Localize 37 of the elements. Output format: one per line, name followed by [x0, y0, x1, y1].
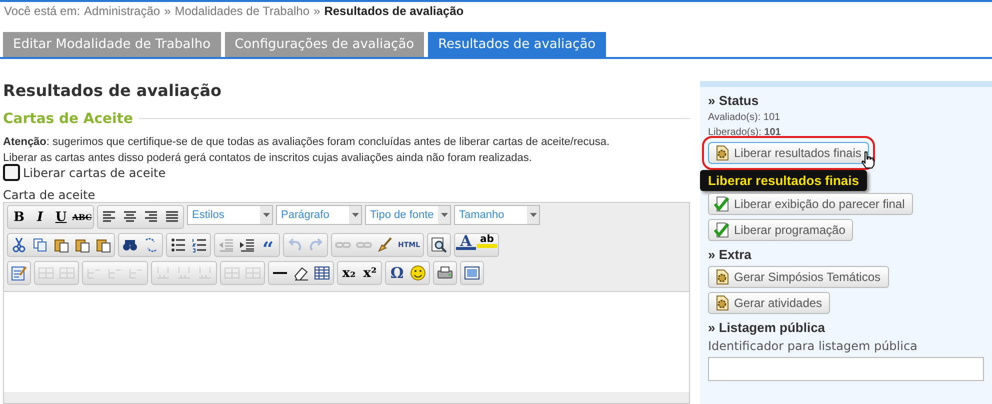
action-button[interactable]: Gerar Simpósios Temáticos — [708, 266, 888, 288]
dropdown[interactable]: Parágrafo — [276, 205, 362, 225]
panel-heading: » Listagem pública — [708, 320, 826, 335]
checkbox-label: Liberar cartas de aceite — [23, 166, 166, 180]
dropdown[interactable]: Tipo de fonte — [365, 205, 451, 225]
toolbar-button[interactable]: U — [51, 207, 71, 227]
status-text: Liberado(s): 101 — [708, 127, 781, 138]
toolbar-button[interactable]: ABC — [72, 207, 92, 227]
dropdown[interactable]: Estilos — [187, 205, 273, 225]
status-text: Avaliado(s): 101 — [708, 112, 780, 123]
toolbar-button[interactable]: x² — [360, 263, 380, 283]
notice-text: Atenção: sugerimos que certifique-se de que todas as avaliações foram concluídas antes de liberar cartas de aceite/recusa. — [3, 136, 611, 148]
tooltip: Liberar resultados finais — [700, 170, 867, 191]
breadcrumb-label: Você está em: — [4, 4, 80, 18]
breadcrumb-link[interactable]: Administração — [84, 4, 160, 18]
field-label: Identificador para listagem pública — [708, 339, 918, 353]
field-label: Carta de aceite — [3, 188, 96, 202]
toolbar-button[interactable]: B — [9, 207, 29, 227]
dropdown[interactable]: Tamanho — [454, 205, 540, 225]
toolbar-button[interactable]: ab — [477, 235, 497, 248]
toolbar-button[interactable]: x₂ — [339, 263, 359, 283]
action-button[interactable]: Liberar exibição do parecer final — [708, 193, 913, 215]
page-title: Resultados de avaliação — [3, 81, 222, 100]
toolbar-button[interactable]: “ — [258, 235, 278, 255]
breadcrumb-link[interactable]: Modalidades de Trabalho — [174, 4, 310, 18]
toolbar-button[interactable]: Ω — [387, 263, 407, 283]
toolbar-button[interactable]: I — [30, 207, 50, 227]
action-button[interactable]: Liberar programação — [708, 219, 854, 241]
panel-heading: » Status — [708, 93, 759, 108]
breadcrumb-separator: » — [164, 4, 171, 18]
toolbar-button[interactable]: A — [456, 235, 476, 250]
tab[interactable]: Resultados de avaliação — [428, 32, 606, 57]
breadcrumb-separator: » — [314, 4, 320, 18]
notice-text: Liberar as cartas antes disso poderá gerá contatos de inscritos cujas avaliações ainda não foram realizadas. — [3, 152, 533, 164]
action-button[interactable]: Gerar atividades — [708, 292, 830, 314]
panel-heading: » Extra — [708, 247, 752, 262]
section-title: Cartas de Aceite — [3, 110, 133, 126]
